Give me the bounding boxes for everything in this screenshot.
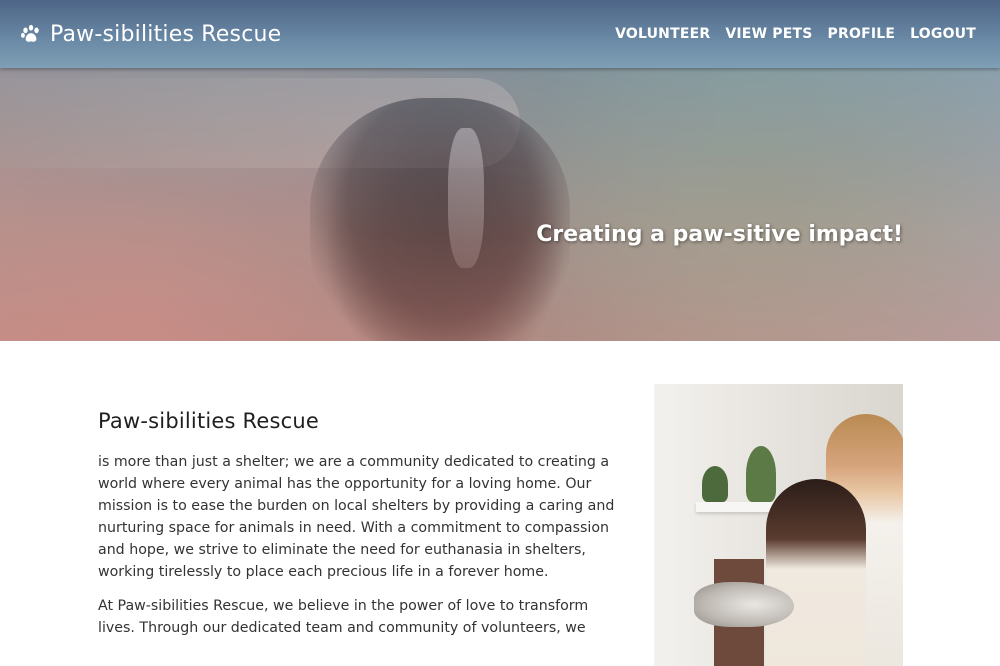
photo-plant	[746, 446, 776, 502]
about-paragraph-2: At Paw-sibilities Rescue, we believe in …	[98, 598, 589, 636]
hero-tagline: Creating a paw-sitive impact!	[536, 222, 903, 247]
brand-name: Paw-sibilities Rescue	[50, 21, 282, 47]
main-content: Paw-sibilities Rescue is more than just …	[0, 341, 1000, 666]
hero-color-overlay	[0, 68, 1000, 341]
hero-banner: Creating a paw-sitive impact!	[0, 68, 1000, 341]
about-paragraph-1: is more than just a shelter; we are a co…	[98, 454, 615, 580]
photo-cat	[694, 582, 794, 627]
brand-link[interactable]: Paw-sibilities Rescue	[20, 22, 281, 47]
top-navbar: Paw-sibilities Rescue VOLUNTEER VIEW PET…	[0, 0, 1000, 68]
photo-person	[766, 479, 866, 666]
nav-logout[interactable]: LOGOUT	[910, 26, 976, 42]
nav-view-pets[interactable]: VIEW PETS	[725, 26, 812, 42]
couple-with-cat-photo	[654, 384, 903, 666]
nav-profile[interactable]: PROFILE	[828, 26, 896, 42]
photo-plant	[702, 466, 728, 502]
nav-volunteer[interactable]: VOLUNTEER	[615, 26, 710, 42]
nav-links: VOLUNTEER VIEW PETS PROFILE LOGOUT	[615, 26, 976, 42]
about-title: Paw-sibilities Rescue	[98, 409, 320, 433]
about-section: Paw-sibilities Rescue is more than just …	[98, 409, 623, 651]
paw-icon	[20, 23, 42, 45]
